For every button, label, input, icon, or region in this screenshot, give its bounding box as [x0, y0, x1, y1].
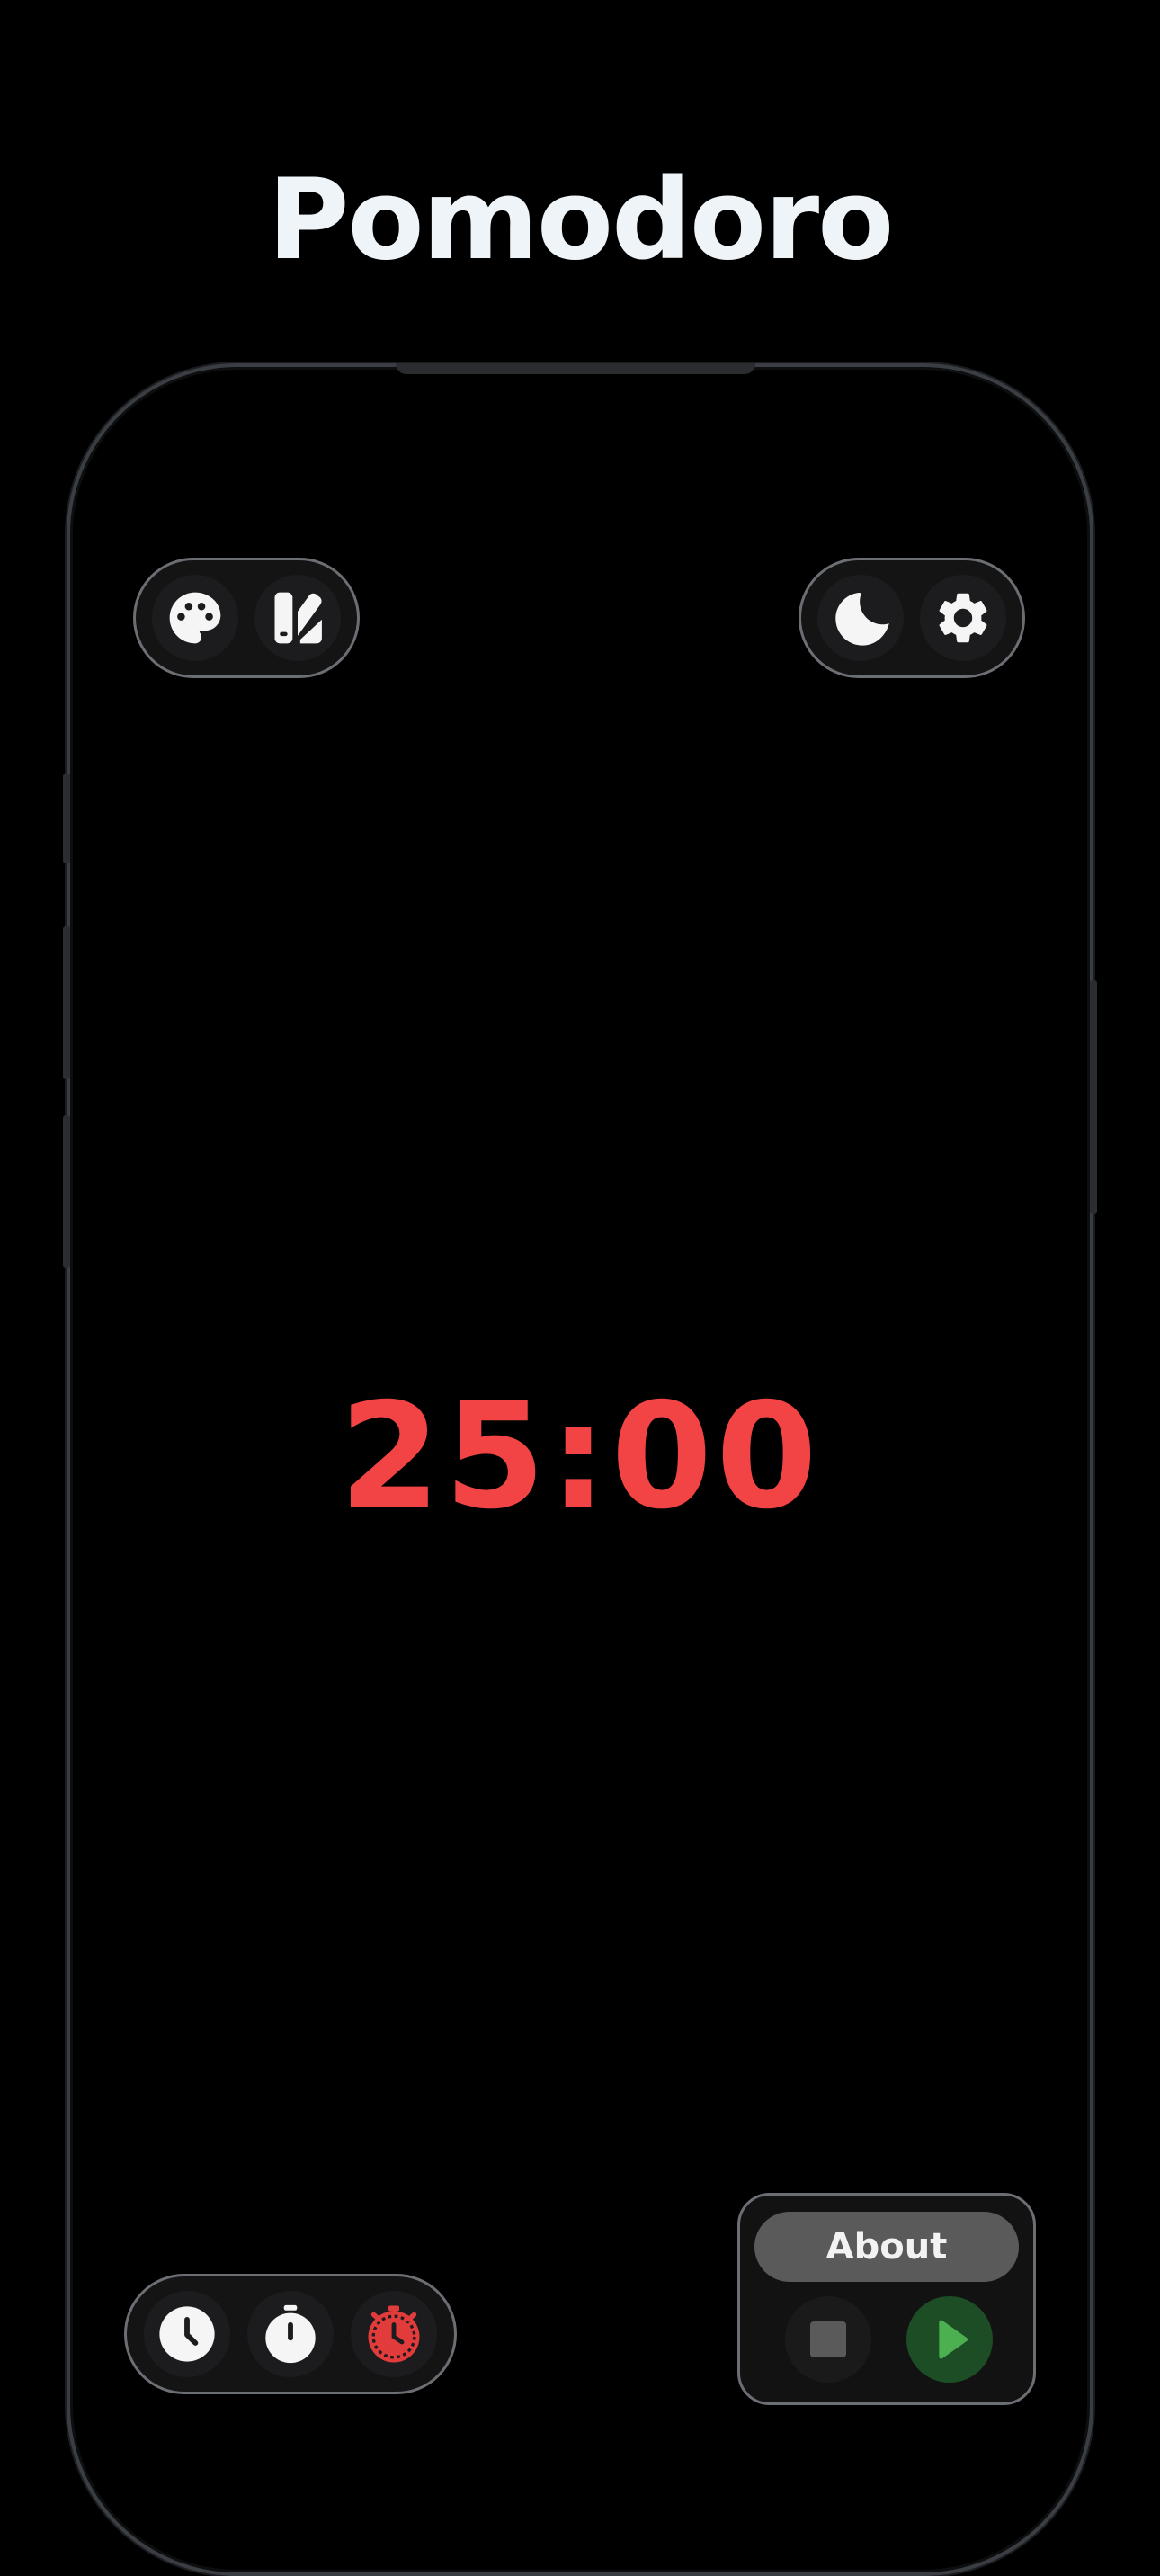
stopwatch-icon: [265, 2304, 316, 2364]
timer-display: 25:00: [339, 1373, 821, 1542]
phone-side-button: [1090, 980, 1097, 1214]
mode-selector: [124, 2274, 457, 2394]
stop-button[interactable]: [785, 2296, 871, 2383]
settings-button[interactable]: [920, 575, 1006, 661]
stopwatch-mode-button[interactable]: [247, 2291, 334, 2377]
phone-speaker-notch: [396, 363, 755, 374]
clock-mode-button[interactable]: [144, 2291, 230, 2377]
clock-icon: [159, 2306, 215, 2362]
playback-panel: About: [737, 2193, 1036, 2405]
gear-icon: [939, 593, 987, 643]
swatch-button[interactable]: [254, 575, 341, 661]
moon-icon: [835, 593, 889, 646]
stop-icon: [810, 2321, 846, 2357]
theme-toolbar: [133, 558, 360, 678]
palette-button[interactable]: [152, 575, 238, 661]
phone-side-button: [63, 774, 70, 863]
page-title: Pomodoro: [267, 156, 895, 285]
swatch-icon: [274, 592, 322, 644]
settings-toolbar: [799, 558, 1025, 678]
phone-side-button: [63, 926, 70, 1079]
dark-mode-button[interactable]: [817, 575, 904, 661]
about-button[interactable]: About: [754, 2212, 1019, 2282]
pomodoro-timer-icon: [368, 2305, 420, 2363]
play-button[interactable]: [906, 2296, 993, 2383]
pomodoro-mode-button[interactable]: [351, 2291, 437, 2377]
phone-side-button: [63, 1115, 70, 1268]
play-icon: [939, 2320, 968, 2359]
palette-icon: [169, 592, 221, 644]
